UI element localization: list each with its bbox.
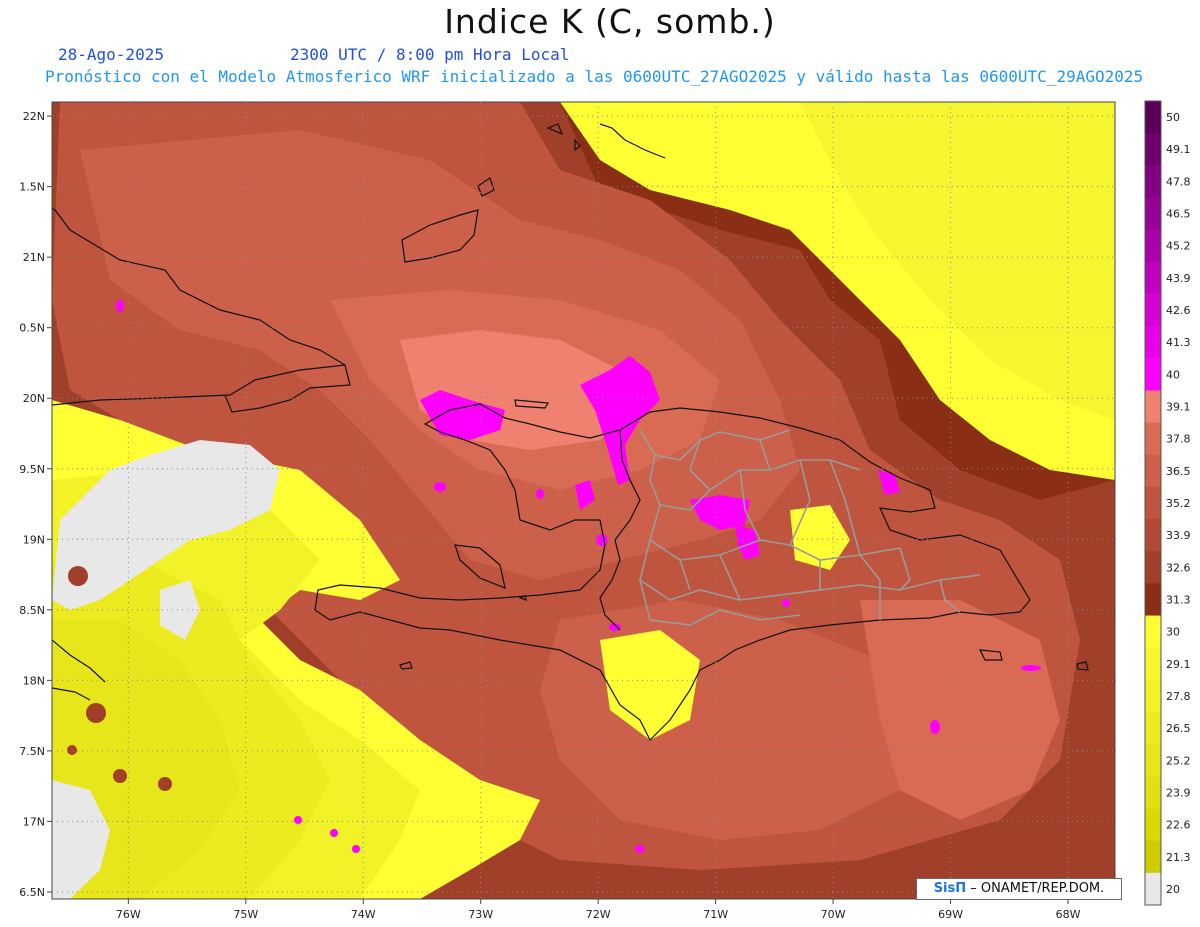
colorbar-label: 31.3 (1166, 593, 1191, 606)
lon-label: 69W (938, 908, 963, 921)
credit-text: – ONAMET/REP.DOM. (970, 881, 1105, 896)
colorbar-swatch (1145, 422, 1161, 456)
colorbar-label: 25.2 (1166, 754, 1191, 767)
credit-brand: SisΠ (933, 881, 967, 896)
colorbar-swatch (1145, 165, 1161, 198)
colorbar-swatch (1145, 358, 1161, 391)
colorbar-swatch (1145, 390, 1161, 424)
colorbar-swatch (1145, 293, 1161, 327)
lon-label: 70W (821, 908, 846, 921)
colorbar-label: 26.5 (1166, 722, 1191, 735)
longitude-labels: 76W 75W 74W 73W 72W 71W 70W 69W 68W (116, 908, 1081, 921)
lat-label: 18N (23, 674, 45, 687)
colorbar-label: 39.1 (1166, 401, 1191, 414)
lat-label: 8.5N (19, 604, 45, 617)
field-region-40-p (782, 599, 790, 607)
colorbar-swatch (1145, 454, 1161, 488)
colorbar-swatch (1145, 101, 1161, 134)
field-dot-3 (158, 777, 172, 791)
field-region-40-n (352, 845, 360, 853)
colorbar-label: 22.6 (1166, 819, 1191, 832)
colorbar-label: 20 (1166, 883, 1180, 896)
colorbar-swatch (1145, 647, 1161, 681)
colorbar-swatch (1145, 261, 1161, 295)
lon-label: 68W (1056, 908, 1081, 921)
colorbar-label: 50 (1166, 111, 1180, 124)
colorbar-label: 35.2 (1166, 497, 1191, 510)
lon-label: 71W (703, 908, 728, 921)
colorbar-swatch (1145, 197, 1161, 231)
lon-label: 72W (586, 908, 611, 921)
colorbar-label: 46.5 (1166, 208, 1191, 221)
colorbar-label: 47.8 (1166, 175, 1191, 188)
colorbar-label: 29.1 (1166, 658, 1191, 671)
colorbar-label: 40 (1166, 368, 1180, 381)
field-dot-2 (113, 769, 127, 783)
field-dot-5 (68, 566, 88, 586)
field-region-40-j (116, 300, 124, 312)
lon-label: 75W (233, 908, 258, 921)
colorbar-label: 49.1 (1166, 143, 1191, 156)
colorbar-swatch (1145, 519, 1161, 552)
colorbar-swatch (1145, 679, 1161, 713)
colorbar-label: 23.9 (1166, 786, 1191, 799)
colorbar-label: 43.9 (1166, 272, 1191, 285)
colorbar-label: 27.8 (1166, 690, 1191, 703)
colorbar-swatch (1145, 229, 1161, 263)
field-region-40-m (330, 829, 338, 837)
lat-label: 17N (23, 815, 45, 828)
colorbar: 50 49.1 47.8 46.5 45.2 43.9 42.6 41.3 40 39.1 37.8… (1144, 100, 1191, 906)
colorbar-label: 45.2 (1166, 240, 1191, 253)
colorbar-label: 33.9 (1166, 529, 1191, 542)
colorbar-swatch (1145, 583, 1161, 617)
credit-box: SisΠ – ONAMET/REP.DOM. (916, 878, 1122, 900)
lat-label: 20N (23, 392, 45, 405)
colorbar-label: 42.6 (1166, 304, 1191, 317)
lat-label: 19N (23, 533, 45, 546)
colorbar-label: 36.5 (1166, 465, 1191, 478)
field-region-40-k (930, 720, 940, 734)
lat-label: 0.5N (19, 322, 45, 335)
field-region-40-i (596, 534, 608, 546)
field-region-40-g (434, 482, 446, 492)
colorbar-swatch (1145, 551, 1161, 584)
colorbar-label: 32.6 (1166, 561, 1191, 574)
field-region-40-l (294, 816, 302, 824)
colorbar-swatch (1145, 872, 1161, 906)
colorbar-swatch (1145, 133, 1161, 166)
k-index-map: 22N 1.5N 21N 0.5N 20N 9.5N 19N 8.5N 18N 7.5N 17N 6.… (19, 100, 1191, 921)
lon-label: 74W (351, 908, 376, 921)
latitude-labels: 22N 1.5N 21N 0.5N 20N 9.5N 19N 8.5N 18N 7.5N 17N 6.… (19, 110, 45, 899)
colorbar-label: 37.8 (1166, 433, 1191, 446)
colorbar-swatch (1145, 776, 1161, 810)
colorbar-label: 21.3 (1166, 851, 1191, 864)
colorbar-swatch (1145, 326, 1161, 359)
lon-label: 76W (116, 908, 141, 921)
lat-label: 6.5N (19, 886, 45, 899)
field-region-40-r (1021, 665, 1041, 671)
lon-label: 73W (468, 908, 493, 921)
lat-label: 22N (23, 110, 45, 123)
colorbar-swatch (1145, 712, 1161, 745)
shaded-field (52, 102, 1115, 899)
field-region-40-o (635, 845, 645, 853)
colorbar-swatch (1145, 744, 1161, 777)
lat-label: 21N (23, 251, 45, 264)
lat-label: 7.5N (19, 745, 45, 758)
field-dot-1 (86, 703, 106, 723)
field-dot-4 (67, 745, 77, 755)
colorbar-label: 30 (1166, 626, 1180, 639)
colorbar-swatch (1145, 808, 1161, 842)
colorbar-label: 41.3 (1166, 336, 1191, 349)
colorbar-swatch (1145, 486, 1161, 520)
colorbar-swatch (1145, 615, 1161, 649)
colorbar-swatch (1145, 840, 1161, 874)
field-region-40-h (536, 489, 544, 499)
lat-label: 1.5N (19, 181, 45, 194)
lat-label: 9.5N (19, 463, 45, 476)
